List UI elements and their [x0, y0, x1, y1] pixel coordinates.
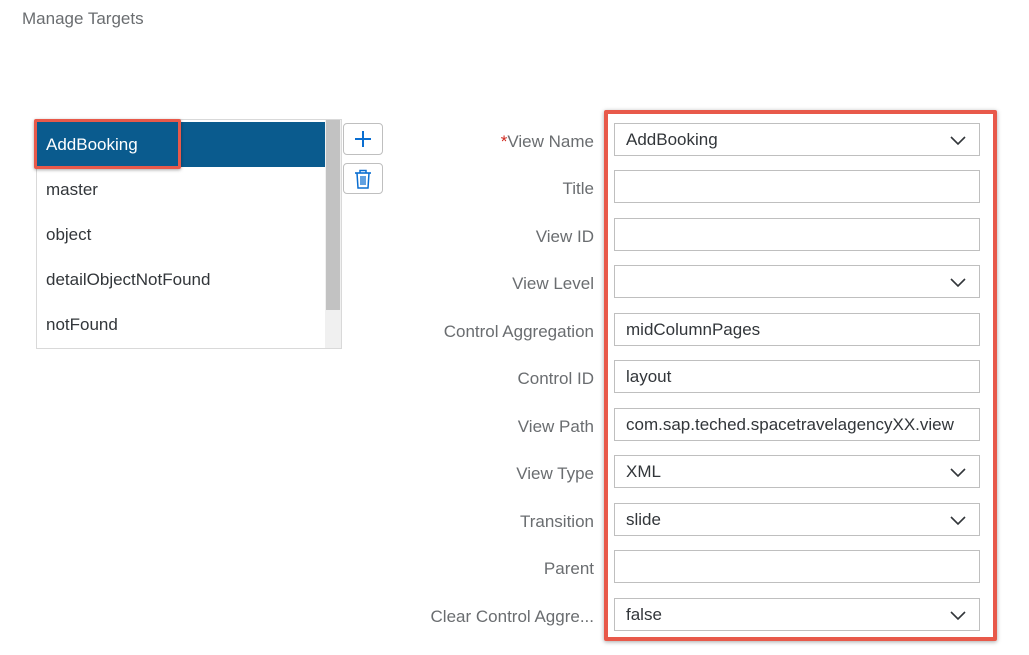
delete-target-button[interactable]	[343, 163, 383, 194]
list-scrollbar-thumb[interactable]	[326, 120, 340, 310]
label-parent: Parent	[543, 559, 594, 578]
add-target-button[interactable]	[343, 123, 383, 155]
label-control-aggregation: Control Aggregation	[443, 322, 594, 341]
list-item-detailobjectnotfound[interactable]: detailObjectNotFound	[37, 257, 327, 302]
label-view-id: View ID	[535, 227, 594, 246]
label-control-id: Control ID	[517, 369, 594, 388]
label-transition: Transition	[519, 512, 594, 531]
plus-icon	[355, 131, 371, 147]
list-scrollbar[interactable]	[325, 120, 341, 348]
trash-icon	[355, 169, 371, 189]
list-item-object[interactable]: object	[37, 212, 327, 257]
label-title: Title	[562, 179, 595, 198]
label-view-type: View Type	[516, 464, 594, 483]
list-item-master[interactable]: master	[37, 167, 327, 212]
page-title: Manage Targets	[22, 9, 144, 28]
label-view-level: View Level	[512, 274, 594, 293]
list-item-notfound[interactable]: notFound	[37, 302, 327, 347]
form-fields-highlight	[604, 110, 997, 641]
label-view-path: View Path	[517, 417, 594, 436]
label-clear-control-aggregation: Clear Control Aggre...	[430, 607, 594, 626]
label-view-name: *View Name	[500, 132, 594, 151]
selected-item-highlight	[34, 119, 181, 169]
